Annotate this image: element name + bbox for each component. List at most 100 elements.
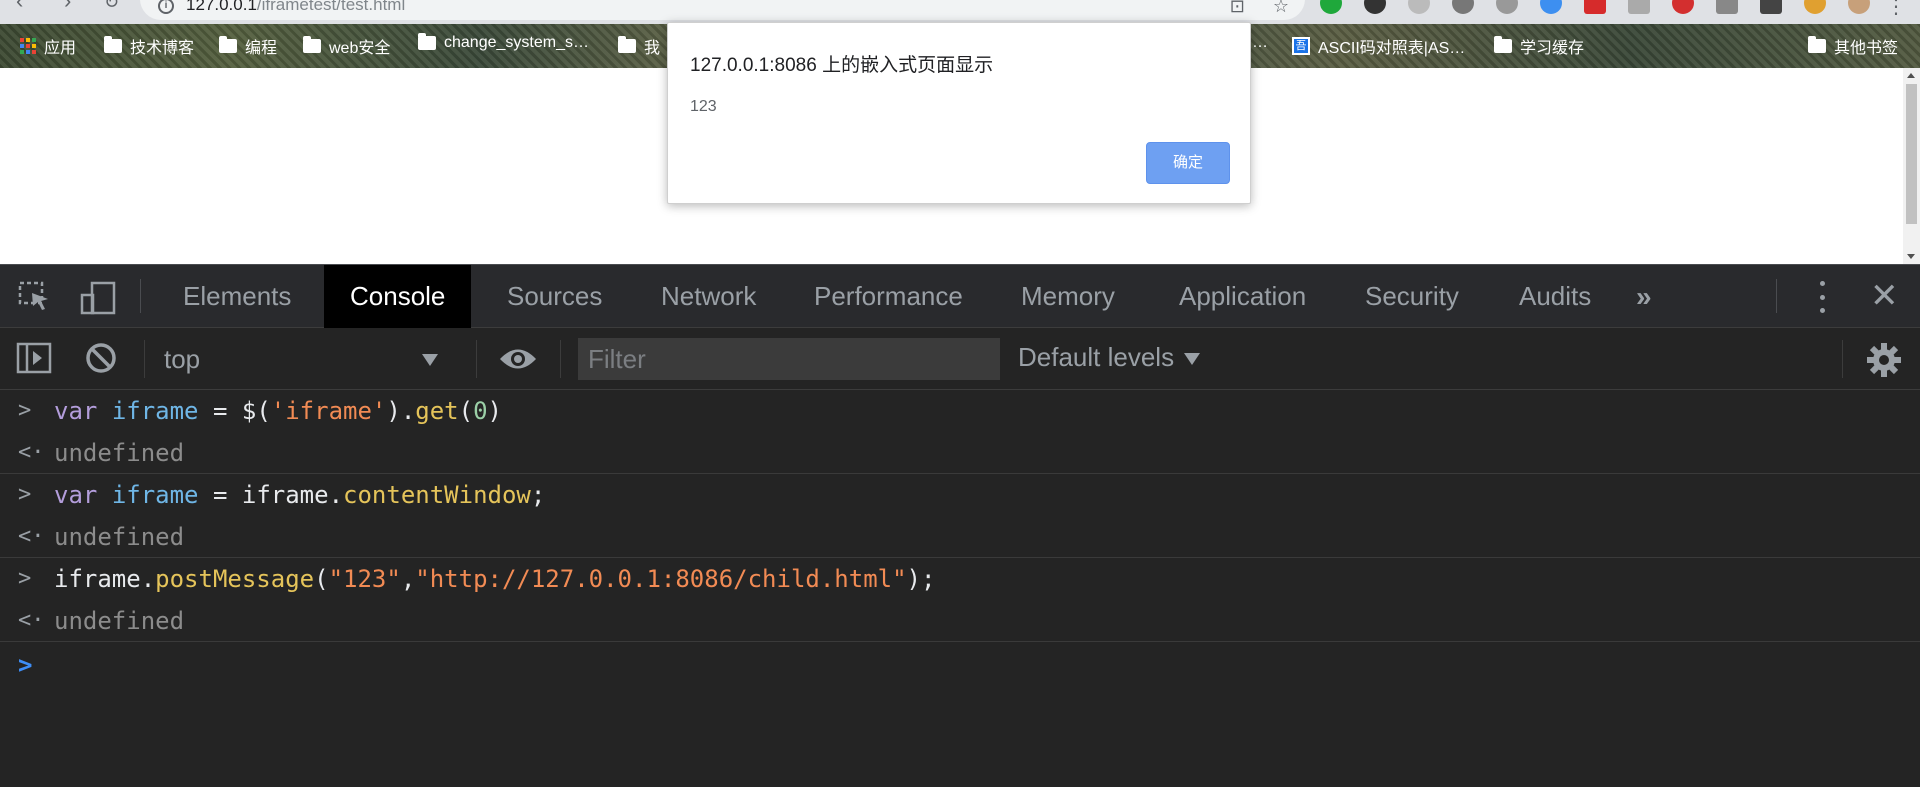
bookmark-folder[interactable]: web安全 bbox=[303, 34, 390, 58]
url-text: 127.0.0.1/iframetest/test.html bbox=[186, 0, 406, 14]
alert-dialog: 127.0.0.1:8086 上的嵌入式页面显示 123 确定 bbox=[667, 22, 1251, 204]
profile-avatar[interactable] bbox=[1848, 0, 1870, 14]
bookmark-site[interactable]: 吾 ASCII码对照表|AS… bbox=[1292, 34, 1465, 58]
console-output[interactable]: > var iframe = $('iframe').get(0) <· undefi… bbox=[0, 390, 1920, 787]
scroll-thumb[interactable] bbox=[1906, 84, 1917, 224]
extension-icon[interactable] bbox=[1452, 0, 1474, 14]
divider bbox=[140, 279, 141, 313]
extension-icon[interactable] bbox=[1628, 0, 1650, 14]
extension-icon[interactable] bbox=[1716, 0, 1738, 14]
back-icon[interactable]: ‹ bbox=[16, 0, 23, 14]
page-scrollbar[interactable] bbox=[1903, 68, 1920, 264]
result-arrow-icon: <· bbox=[18, 440, 45, 465]
reload-icon[interactable]: ↻ bbox=[104, 0, 119, 13]
context-selector[interactable]: top bbox=[150, 336, 460, 382]
bookmark-label: web安全 bbox=[329, 40, 391, 57]
console-settings-gear-icon[interactable] bbox=[1866, 342, 1902, 383]
divider bbox=[560, 340, 561, 378]
extension-icon[interactable] bbox=[1320, 0, 1342, 14]
bookmark-folder-other[interactable]: 其他书签 bbox=[1808, 34, 1898, 58]
bookmark-label: change_system_s… bbox=[444, 34, 589, 51]
console-result-value: undefined bbox=[54, 439, 185, 467]
scroll-up-icon[interactable] bbox=[1907, 73, 1915, 78]
bookmark-label: 应用 bbox=[44, 40, 77, 57]
code-token: iframe bbox=[111, 481, 199, 509]
result-arrow-icon: <· bbox=[18, 524, 45, 549]
extension-icon[interactable] bbox=[1496, 0, 1518, 14]
scroll-down-icon[interactable] bbox=[1907, 254, 1915, 259]
translate-icon[interactable]: ⊡ bbox=[1230, 0, 1245, 17]
bookmark-label: 学习缓存 bbox=[1520, 40, 1585, 57]
browser-menu-icon[interactable]: ⋮ bbox=[1886, 0, 1906, 19]
console-prompt: > bbox=[0, 642, 1920, 688]
code-token: "123" bbox=[328, 565, 401, 593]
address-bar[interactable]: i 127.0.0.1/iframetest/test.html ⊡ ☆ bbox=[140, 0, 1305, 20]
console-filter-input[interactable] bbox=[578, 338, 1000, 380]
console-result-value: undefined bbox=[54, 523, 185, 551]
bookmark-star-icon[interactable]: ☆ bbox=[1273, 0, 1289, 17]
device-toolbar-icon[interactable] bbox=[80, 281, 118, 320]
bookmark-folder[interactable]: 学习缓存 bbox=[1494, 34, 1584, 58]
tab-performance[interactable]: Performance bbox=[788, 265, 989, 328]
extension-icon[interactable] bbox=[1540, 0, 1562, 14]
divider bbox=[144, 340, 145, 378]
code-token: $( bbox=[241, 397, 271, 425]
extension-icon[interactable] bbox=[1672, 0, 1694, 14]
context-value: top bbox=[164, 344, 201, 374]
close-devtools-icon[interactable]: ✕ bbox=[1870, 273, 1899, 319]
tab-sources[interactable]: Sources bbox=[481, 265, 628, 328]
prompt-chevron-icon: > bbox=[18, 651, 33, 679]
extension-icon[interactable] bbox=[1408, 0, 1430, 14]
code-token: iframe bbox=[111, 397, 199, 425]
extension-icon[interactable] bbox=[1760, 0, 1782, 14]
console-input-row: > iframe.postMessage("123","http://127.0.… bbox=[0, 558, 1920, 600]
info-icon[interactable]: i bbox=[158, 0, 174, 14]
tab-security[interactable]: Security bbox=[1339, 265, 1485, 328]
tab-memory[interactable]: Memory bbox=[995, 265, 1141, 328]
code-token: 'iframe' bbox=[270, 397, 387, 425]
tab-console[interactable]: Console bbox=[324, 265, 472, 328]
more-tabs-icon[interactable]: » bbox=[1636, 265, 1651, 328]
code-token: ( bbox=[314, 565, 329, 593]
extension-icon[interactable] bbox=[1364, 0, 1386, 14]
code-token: ( bbox=[458, 397, 474, 425]
code-token: ; bbox=[530, 481, 546, 509]
code-token: ). bbox=[386, 397, 416, 425]
console-toolbar: top Default levels bbox=[0, 328, 1920, 390]
bookmark-folder[interactable]: 编程 bbox=[219, 34, 277, 58]
tab-elements[interactable]: Elements bbox=[157, 265, 317, 328]
chevron-down-icon bbox=[422, 354, 438, 366]
tab-application[interactable]: Application bbox=[1153, 265, 1332, 328]
bookmark-label: … bbox=[1252, 34, 1268, 51]
clear-console-icon[interactable] bbox=[84, 341, 118, 380]
bookmark-label: ASCII码对照表|AS… bbox=[1318, 40, 1466, 57]
devtools-tabbar: Elements Console Sources Network Performance… bbox=[0, 264, 1920, 328]
tab-audits[interactable]: Audits bbox=[1493, 265, 1617, 328]
extension-icon[interactable] bbox=[1584, 0, 1606, 14]
ok-button[interactable]: 确定 bbox=[1146, 142, 1230, 184]
bookmark-overflow[interactable]: … bbox=[1252, 34, 1268, 52]
result-arrow-icon: <· bbox=[18, 608, 45, 633]
bookmark-apps[interactable]: 应用 bbox=[20, 34, 76, 58]
bookmark-folder[interactable]: 我 bbox=[618, 34, 660, 58]
folder-icon bbox=[219, 36, 237, 53]
tab-network[interactable]: Network bbox=[635, 265, 782, 328]
console-result-value: undefined bbox=[54, 607, 185, 635]
folder-icon bbox=[418, 33, 436, 50]
bookmark-folder[interactable]: 技术博客 bbox=[104, 34, 194, 58]
forward-icon[interactable]: › bbox=[64, 0, 71, 14]
site-favicon-icon: 吾 bbox=[1292, 37, 1310, 55]
folder-icon bbox=[1494, 36, 1512, 53]
log-levels-dropdown[interactable]: Default levels bbox=[1018, 342, 1201, 373]
bookmark-folder[interactable]: change_system_s… bbox=[418, 33, 589, 52]
bookmark-label: 其他书签 bbox=[1834, 40, 1899, 57]
extension-icon[interactable] bbox=[1804, 0, 1826, 14]
inspect-element-icon[interactable] bbox=[18, 281, 52, 318]
live-expression-eye-icon[interactable] bbox=[498, 344, 538, 379]
code-token: var bbox=[54, 397, 98, 425]
show-sidebar-icon[interactable] bbox=[16, 341, 52, 380]
bookmark-label: 我 bbox=[644, 40, 661, 57]
console-prompt-input[interactable] bbox=[54, 650, 1854, 680]
devtools-menu-icon[interactable] bbox=[1812, 281, 1832, 313]
